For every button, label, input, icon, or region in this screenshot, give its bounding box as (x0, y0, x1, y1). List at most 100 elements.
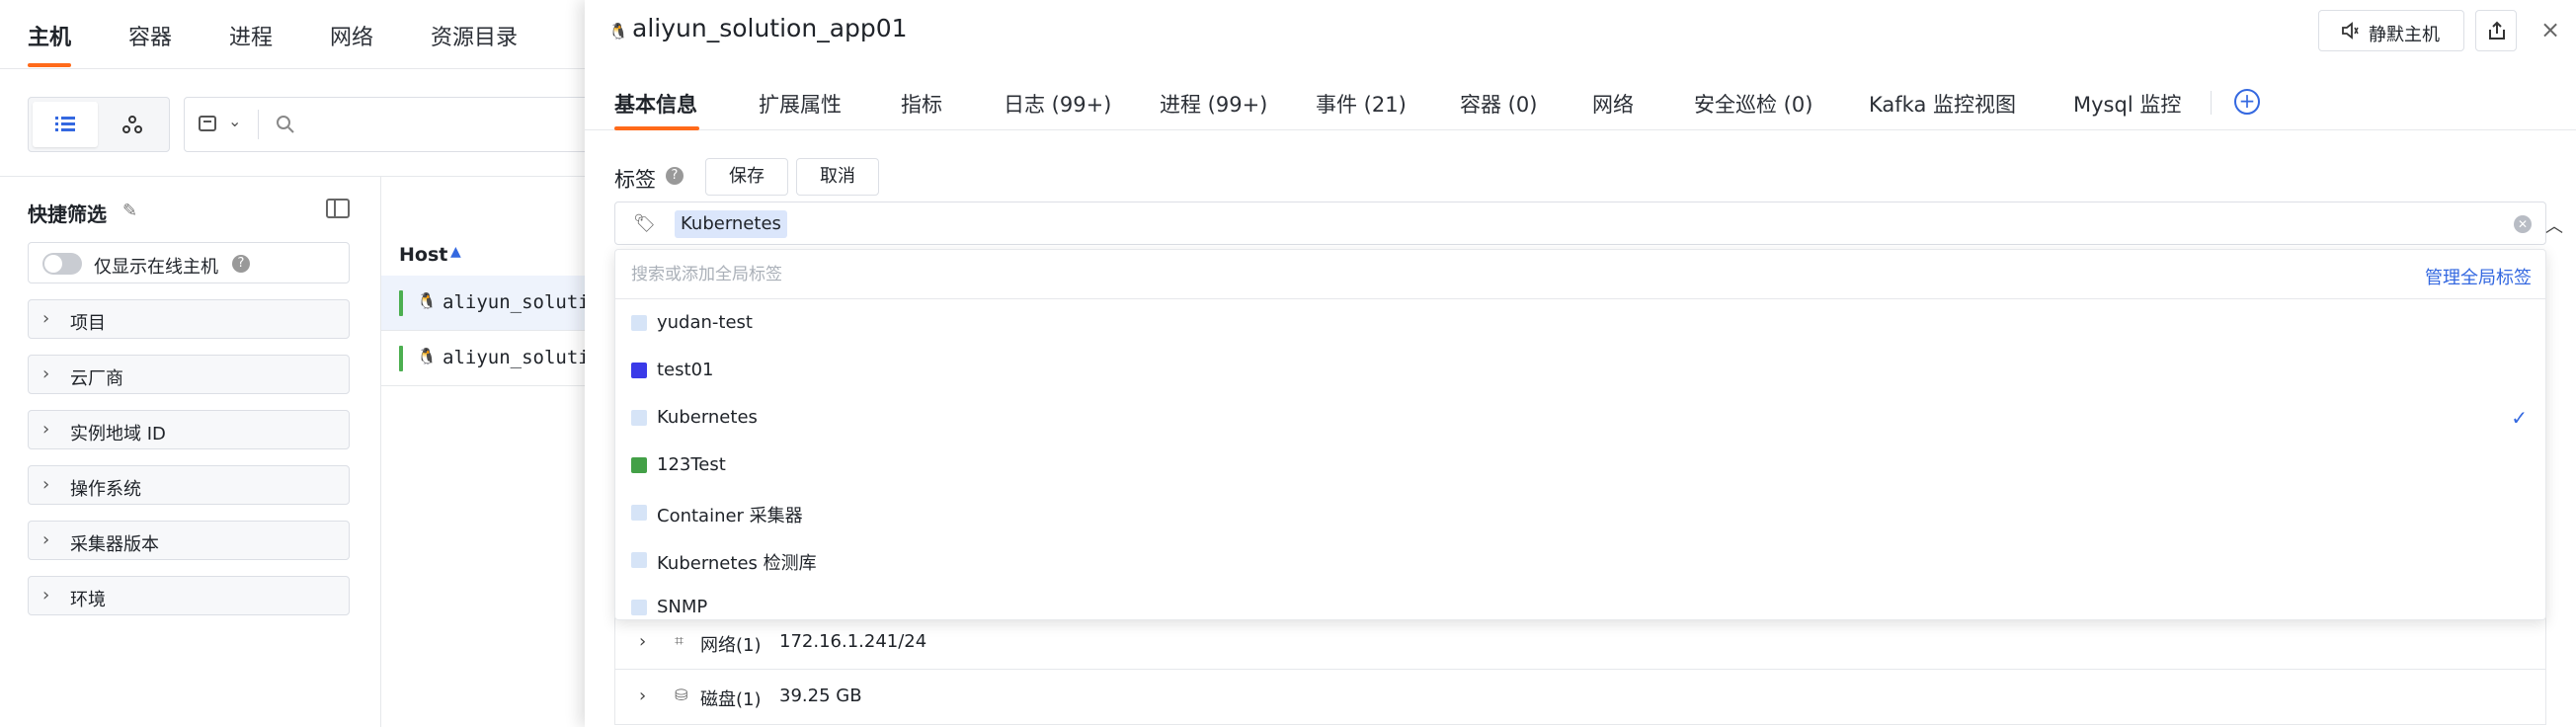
tag-search-row: 管理全局标签 (615, 250, 2545, 299)
tab-metrics[interactable]: 指标 (901, 89, 942, 119)
nav-tab-hosts[interactable]: 主机 (28, 20, 71, 51)
quick-filter-panel: 快捷筛选 ✎ 仅显示在线主机 ? › 项目 › 云厂商 › 实例地域 ID › 操作系统… (0, 176, 381, 727)
tab-security-check[interactable]: 安全巡检 (0) (1694, 89, 1812, 119)
drawer-title: aliyun_solution_app01 (632, 14, 908, 42)
disk-label: 磁盘(1) (700, 689, 762, 710)
list-icon (55, 117, 75, 131)
divider (258, 110, 259, 139)
tab-logs[interactable]: 日志 (99+) (1004, 89, 1111, 119)
network-row[interactable]: › ⌗ 网络(1) 172.16.1.241/24 (614, 614, 2546, 670)
tab-mysql-view[interactable]: Mysql 监控 (2073, 89, 2181, 119)
silence-host-button[interactable]: 静默主机 (2318, 10, 2464, 51)
tag-option[interactable]: yudan-test (615, 299, 2545, 347)
status-bar (399, 346, 403, 371)
chevron-right-icon: › (42, 474, 50, 495)
share-button[interactable] (2475, 10, 2517, 51)
tag-icon: 🏷 (633, 213, 656, 234)
chevron-right-icon: › (42, 585, 50, 606)
linux-icon: 🐧 (417, 347, 437, 365)
tag-option[interactable]: 123Test (615, 442, 2545, 489)
host-detail-drawer: 🐧 aliyun_solution_app01 静默主机 × 基本信息 扩展属性… (585, 0, 2576, 727)
facet-region[interactable]: › 实例地域 ID (28, 410, 350, 449)
view-switcher (28, 97, 170, 152)
tag-search-input[interactable] (631, 260, 2212, 289)
tag-option-label: Kubernetes (657, 407, 758, 428)
chevron-down-icon[interactable]: ⌄ (228, 112, 241, 130)
facet-label: 采集器版本 (70, 534, 159, 555)
chevron-up-icon[interactable]: ︿ (2545, 212, 2563, 238)
facet-collector-version[interactable]: › 采集器版本 (28, 521, 350, 560)
tab-events[interactable]: 事件 (21) (1316, 89, 1407, 119)
tag-color-swatch (631, 505, 647, 521)
online-only-toggle-row: 仅显示在线主机 ? (28, 242, 350, 283)
help-icon[interactable]: ? (232, 255, 250, 273)
tab-network[interactable]: 网络 (1592, 89, 1634, 119)
tag-color-swatch (631, 552, 647, 568)
tag-option-label: yudan-test (657, 312, 753, 333)
sort-icon[interactable]: ▲ (450, 244, 461, 260)
facet-os[interactable]: › 操作系统 (28, 465, 350, 505)
close-icon[interactable]: × (2540, 16, 2560, 43)
facet-label: 环境 (70, 590, 106, 610)
nav-tab-network[interactable]: 网络 (330, 20, 373, 51)
chevron-right-icon: › (639, 631, 647, 652)
edit-icon[interactable]: ✎ (122, 201, 137, 221)
tag-option[interactable]: Container 采集器 (615, 489, 2545, 536)
online-only-toggle[interactable] (42, 253, 82, 275)
tab-divider (2211, 91, 2212, 115)
topology-view-button[interactable] (100, 102, 165, 147)
linux-icon: 🐧 (417, 291, 437, 310)
tab-extended-attributes[interactable]: 扩展属性 (759, 89, 842, 119)
disk-row[interactable]: › ⛁ 磁盘(1) 39.25 GB (614, 670, 2546, 725)
collapse-panel-icon[interactable] (326, 199, 350, 218)
tag-option[interactable]: Kubernetes ✓ (615, 394, 2545, 442)
tag-option-label: test01 (657, 360, 714, 380)
tag-option[interactable]: SNMP (615, 584, 2545, 619)
cancel-button[interactable]: 取消 (796, 158, 879, 196)
host-table: Host ▲ 🐧 aliyun_solution_app01 🐧 aliyun_… (381, 176, 593, 727)
save-button[interactable]: 保存 (705, 158, 788, 196)
tab-containers[interactable]: 容器 (0) (1460, 89, 1537, 119)
tag-select-input[interactable]: 🏷 Kubernetes ✕ ︿ (614, 202, 2563, 245)
share-icon (2489, 21, 2505, 40)
facet-environment[interactable]: › 环境 (28, 576, 350, 615)
tag-option-label: 123Test (657, 454, 726, 475)
tag-color-swatch (631, 315, 647, 331)
table-row[interactable]: 🐧 aliyun_solution_app01 (381, 276, 593, 331)
tag-option[interactable]: Kubernetes 检测库 (615, 536, 2545, 584)
tag-option[interactable]: test01 (615, 347, 2545, 394)
tab-processes[interactable]: 进程 (99+) (1160, 89, 1267, 119)
filter-icon[interactable] (199, 115, 218, 134)
online-only-label: 仅显示在线主机 (94, 257, 218, 278)
facet-project[interactable]: › 项目 (28, 299, 350, 339)
speaker-mute-icon (2342, 22, 2359, 40)
linux-icon: 🐧 (608, 22, 628, 40)
host-name: aliyun_solution_app01 (443, 291, 593, 313)
list-view-button[interactable] (33, 102, 98, 147)
network-icon: ⌗ (675, 631, 684, 650)
nav-tab-processes[interactable]: 进程 (229, 20, 273, 51)
chevron-right-icon: › (42, 364, 50, 384)
tag-option-label: Kubernetes 检测库 (657, 553, 817, 574)
selected-tag-chip[interactable]: Kubernetes (675, 210, 787, 238)
search-icon (277, 116, 294, 133)
clear-icon[interactable]: ✕ (2514, 215, 2532, 233)
tag-option-label: Container 采集器 (657, 506, 803, 526)
active-tab-underline (28, 63, 71, 67)
search-filter-box[interactable]: ⌄ (184, 97, 638, 152)
help-icon[interactable]: ? (666, 167, 684, 185)
add-tab-icon[interactable]: + (2234, 89, 2260, 115)
manage-global-tags-link[interactable]: 管理全局标签 (2425, 264, 2532, 289)
nav-tab-containers[interactable]: 容器 (128, 20, 172, 51)
facet-cloud-vendor[interactable]: › 云厂商 (28, 355, 350, 394)
host-column-header[interactable]: Host (399, 244, 447, 266)
tab-kafka-view[interactable]: Kafka 监控视图 (1869, 89, 2016, 119)
tag-color-swatch (631, 457, 647, 473)
tab-basic-info[interactable]: 基本信息 (614, 89, 697, 119)
silence-host-label: 静默主机 (2369, 25, 2440, 45)
table-row[interactable]: 🐧 aliyun_solution_app02 (381, 331, 593, 386)
tag-color-swatch (631, 363, 647, 378)
chevron-right-icon: › (42, 529, 50, 550)
facet-label: 实例地域 ID (70, 424, 166, 444)
nav-tab-resource-catalog[interactable]: 资源目录 (431, 20, 518, 51)
